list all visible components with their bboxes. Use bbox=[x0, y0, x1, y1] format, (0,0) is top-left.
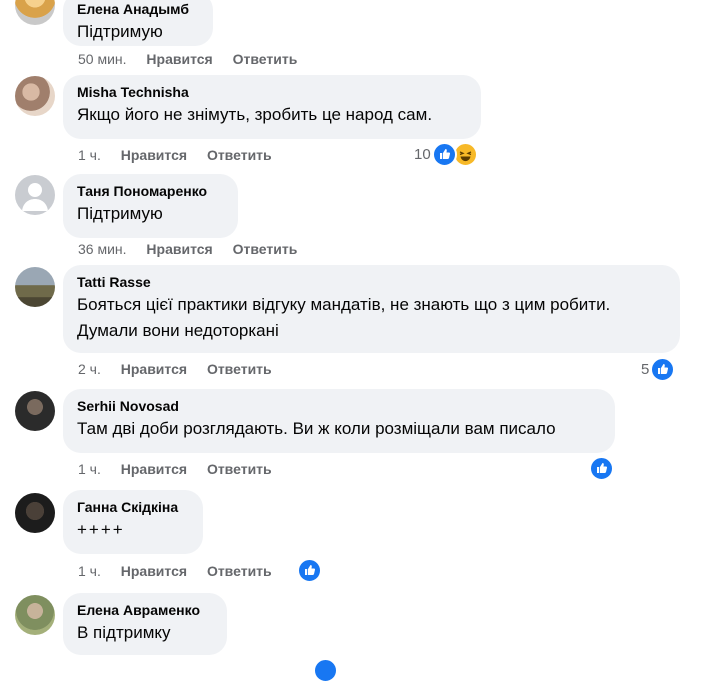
reply-button[interactable]: Ответить bbox=[207, 562, 272, 580]
reply-button[interactable]: Ответить bbox=[233, 240, 298, 258]
avatar[interactable] bbox=[15, 76, 55, 116]
default-avatar-icon bbox=[22, 183, 48, 211]
comment-actions: 36 мин. Нравится Ответить bbox=[78, 240, 313, 258]
comment-bubble: Tatti Rasse Бояться цієї практики відгук… bbox=[63, 265, 680, 353]
like-icon bbox=[431, 142, 457, 167]
comment-bubble: Misha Technisha Якщо його не знімуть, зр… bbox=[63, 75, 481, 139]
comment-author[interactable]: Елена Авраменко bbox=[77, 601, 213, 619]
comment-text: В підтримку bbox=[77, 623, 171, 642]
reaction-summary[interactable] bbox=[297, 558, 322, 583]
like-button[interactable]: Нравится bbox=[121, 562, 187, 580]
reaction-summary[interactable] bbox=[313, 658, 338, 683]
avatar[interactable] bbox=[15, 493, 55, 533]
comment-text-line: Думали вони недоторкані bbox=[77, 321, 279, 340]
comment-bubble: Ганна Скідкіна ++++ bbox=[63, 490, 203, 554]
comment-actions: 1 ч. Нравится Ответить bbox=[78, 146, 288, 164]
like-icon bbox=[313, 658, 338, 683]
comment-bubble: Serhii Novosad Там дві доби розглядають.… bbox=[63, 389, 615, 453]
reaction-summary[interactable]: 5 bbox=[641, 357, 676, 382]
comment-actions: 1 ч. Нравится Ответить bbox=[78, 460, 288, 478]
comment-time[interactable]: 1 ч. bbox=[78, 562, 101, 580]
like-button[interactable]: Нравится bbox=[121, 146, 187, 164]
comment-text: Підтримую bbox=[77, 204, 163, 223]
comment-actions: 1 ч. Нравится Ответить bbox=[78, 562, 288, 580]
like-button[interactable]: Нравится bbox=[146, 240, 212, 258]
like-icon bbox=[589, 456, 614, 481]
avatar[interactable] bbox=[15, 267, 55, 307]
avatar[interactable] bbox=[15, 0, 55, 25]
comment-time[interactable]: 2 ч. bbox=[78, 360, 101, 378]
reply-button[interactable]: Ответить bbox=[207, 146, 272, 164]
reaction-summary[interactable] bbox=[589, 456, 614, 481]
comment-text: Підтримую bbox=[77, 22, 163, 41]
reply-button[interactable]: Ответить bbox=[233, 50, 298, 68]
comment-bubble: Елена Авраменко В підтримку bbox=[63, 593, 227, 655]
comment-time[interactable]: 36 мин. bbox=[78, 240, 127, 258]
comment-author[interactable]: Tatti Rasse bbox=[77, 273, 666, 291]
comment-author[interactable]: Misha Technisha bbox=[77, 83, 467, 101]
like-button[interactable]: Нравится bbox=[146, 50, 212, 68]
comment-author[interactable]: Елена Анадымб bbox=[77, 0, 199, 18]
comment-bubble: Таня Пономаренко Підтримую bbox=[63, 174, 238, 238]
comment-author[interactable]: Serhii Novosad bbox=[77, 397, 601, 415]
reaction-summary[interactable]: 10 bbox=[414, 142, 478, 167]
like-button[interactable]: Нравится bbox=[121, 460, 187, 478]
comment-text: Якщо його не знімуть, зробить це народ с… bbox=[77, 105, 433, 124]
comment-author[interactable]: Таня Пономаренко bbox=[77, 182, 224, 200]
reply-button[interactable]: Ответить bbox=[207, 360, 272, 378]
comment-text: Там дві доби розглядають. Ви ж коли розм… bbox=[77, 419, 556, 438]
comment-time[interactable]: 1 ч. bbox=[78, 460, 101, 478]
comment-author[interactable]: Ганна Скідкіна bbox=[77, 498, 189, 516]
like-button[interactable]: Нравится bbox=[121, 360, 187, 378]
avatar[interactable] bbox=[15, 391, 55, 431]
comment-actions: 50 мин. Нравится Ответить bbox=[78, 50, 313, 68]
reply-button[interactable]: Ответить bbox=[207, 460, 272, 478]
comment-text: ++++ bbox=[77, 520, 125, 539]
avatar[interactable] bbox=[15, 595, 55, 635]
avatar[interactable] bbox=[15, 175, 55, 215]
comment-bubble: Елена Анадымб Підтримую bbox=[63, 0, 213, 46]
comment-text-line: Бояться цієї практики відгуку мандатів, … bbox=[77, 295, 611, 314]
like-icon bbox=[650, 357, 676, 382]
reaction-count: 5 bbox=[641, 361, 650, 378]
comment-time[interactable]: 1 ч. bbox=[78, 146, 101, 164]
comment-time[interactable]: 50 мин. bbox=[78, 50, 127, 68]
reaction-count: 10 bbox=[414, 146, 431, 163]
comment-actions: 2 ч. Нравится Ответить bbox=[78, 360, 288, 378]
like-icon bbox=[297, 558, 322, 583]
